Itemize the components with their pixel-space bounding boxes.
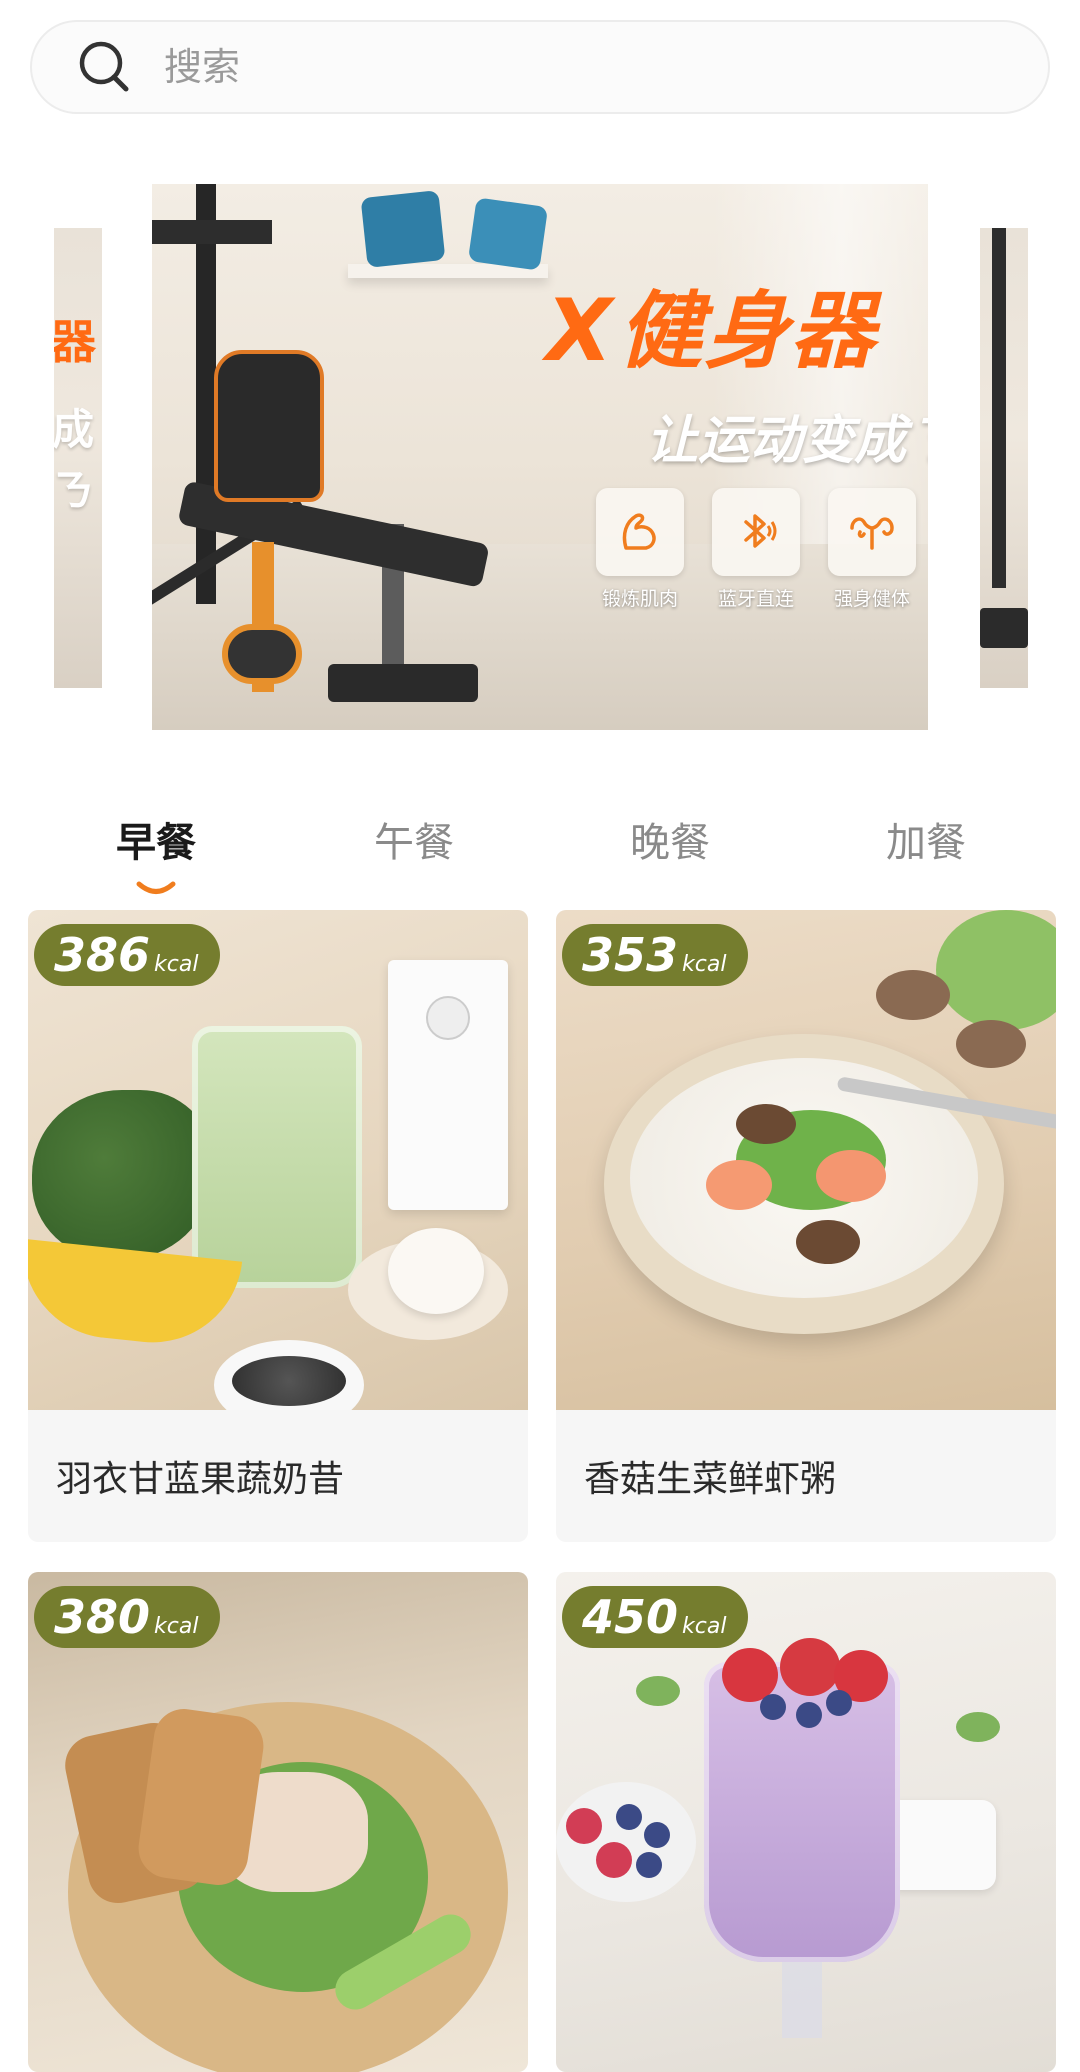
meal-image: 450 kcal — [556, 1572, 1056, 2072]
kcal-unit: kcal — [682, 952, 727, 977]
power-rack-image — [196, 184, 216, 604]
power-rack-arm — [152, 220, 272, 244]
meal-tabs: 早餐 午餐 晚餐 加餐 — [0, 810, 1080, 894]
milk-carton-image — [388, 960, 508, 1210]
kcal-badge: 450 kcal — [562, 1586, 749, 1648]
search-bar[interactable] — [30, 20, 1050, 114]
brand-logo: X — [546, 281, 613, 381]
feature-label: 强身健体 — [833, 588, 910, 610]
blueberry-image — [616, 1804, 642, 1830]
mushroom-image — [956, 1020, 1026, 1068]
fitness-device-base — [222, 624, 302, 684]
raspberry-image — [596, 1842, 632, 1878]
meal-card[interactable]: 450 kcal — [556, 1572, 1056, 2072]
tab-dinner[interactable]: 晚餐 — [570, 810, 770, 868]
kcal-badge: 386 kcal — [34, 924, 221, 986]
glass-stem-image — [782, 1958, 822, 2038]
mushroom-image — [796, 1220, 860, 1264]
meal-card[interactable]: 386 kcal 羽衣甘蓝果蔬奶昔 — [28, 910, 528, 1542]
search-icon[interactable] — [76, 38, 134, 96]
kcal-value: 353 — [582, 928, 679, 982]
search-input[interactable] — [162, 44, 966, 90]
kcal-unit: kcal — [154, 952, 199, 977]
meal-name: 香菇生菜鲜虾粥 — [584, 1459, 837, 1500]
banner-title: 健身器 — [618, 282, 877, 380]
banner-peek-previous[interactable]: 器 成ㄋ — [54, 228, 102, 688]
blueberry-image — [796, 1702, 822, 1728]
peek-slogan-text: 成ㄋ — [54, 405, 95, 515]
blueberry-image — [760, 1694, 786, 1720]
feature-item: 蓝牙直连 — [698, 488, 814, 611]
kcal-value: 450 — [582, 1590, 679, 1644]
banner-features: 锻炼肌肉 蓝牙直连 强身健体 — [582, 488, 928, 611]
kcal-badge: 380 kcal — [34, 1586, 221, 1648]
blueberry-image — [644, 1822, 670, 1848]
banner-brand: X 健身器 — [546, 288, 876, 374]
shrimp-image — [816, 1150, 886, 1202]
feature-item: 锻炼肌肉 — [582, 488, 698, 611]
kcal-badge: 353 kcal — [562, 924, 749, 986]
bluetooth-icon — [712, 488, 800, 576]
meal-name: 羽衣甘蓝果蔬奶昔 — [56, 1459, 345, 1500]
raspberry-image — [566, 1808, 602, 1844]
meal-image: 380 kcal — [28, 1572, 528, 2072]
kcal-value: 380 — [54, 1590, 151, 1644]
bread-image — [134, 1705, 268, 1889]
kcal-unit: kcal — [154, 1614, 199, 1639]
kcal-value: 386 — [54, 928, 151, 982]
feature-label: 锻炼肌肉 — [601, 588, 678, 610]
pillow-image — [360, 190, 446, 268]
tab-lunch[interactable]: 午餐 — [314, 810, 514, 868]
meal-image: 353 kcal — [556, 910, 1056, 1410]
carton-cap — [426, 996, 470, 1040]
tab-breakfast[interactable]: 早餐 — [56, 810, 256, 868]
strong-body-icon — [828, 488, 916, 576]
bench-image — [980, 608, 1028, 648]
feature-item: 强身健体 — [814, 488, 928, 611]
banner-slogan: 让运动变成ㄋ — [646, 411, 928, 471]
blueberry-image — [636, 1852, 662, 1878]
tab-active-indicator — [136, 880, 176, 894]
mushroom-image — [736, 1104, 796, 1144]
banner-carousel[interactable]: 器 成ㄋ X 健身器 让运动变成ㄋ 锻炼肌肉 蓝牙直连 强身健体 — [0, 180, 1080, 740]
shrimp-image — [706, 1160, 772, 1210]
mushroom-image — [876, 970, 950, 1020]
meal-card[interactable]: 353 kcal 香菇生菜鲜虾粥 — [556, 910, 1056, 1542]
bench-foot — [328, 664, 478, 702]
tab-snack[interactable]: 加餐 — [826, 810, 1026, 868]
feature-label: 蓝牙直连 — [717, 588, 794, 610]
mint-leaf-image — [636, 1676, 680, 1706]
yogurt-cup-image — [886, 1800, 996, 1890]
pillow-image — [467, 197, 549, 271]
banner-peek-next[interactable] — [980, 228, 1028, 688]
meal-card[interactable]: 380 kcal — [28, 1572, 528, 2072]
banner-fitness-equipment[interactable]: X 健身器 让运动变成ㄋ 锻炼肌肉 蓝牙直连 强身健体 — [152, 184, 928, 730]
power-rack-image — [992, 228, 1006, 588]
kcal-unit: kcal — [682, 1614, 727, 1639]
smoothie-glass-image — [192, 1026, 362, 1288]
muscle-arm-icon — [596, 488, 684, 576]
chia-seeds-image — [232, 1356, 346, 1406]
egg-image — [388, 1228, 484, 1314]
peek-brand-text: 器 — [54, 315, 96, 369]
mint-leaf-image — [956, 1712, 1000, 1742]
kale-image — [32, 1090, 212, 1260]
backpack-image — [214, 350, 324, 502]
meal-image: 386 kcal — [28, 910, 528, 1410]
strawberry-image — [780, 1638, 840, 1696]
blueberry-image — [826, 1690, 852, 1716]
